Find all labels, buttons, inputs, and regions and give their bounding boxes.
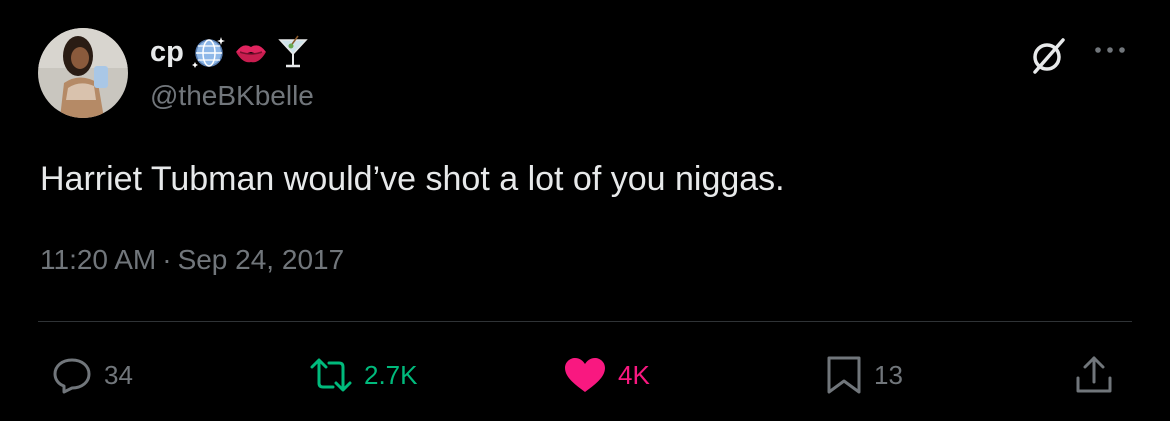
kiss-mark-icon — [234, 35, 268, 69]
retweet-icon — [310, 358, 352, 392]
more-options-icon[interactable] — [1090, 40, 1130, 60]
reply-icon — [53, 358, 91, 394]
cocktail-glass-icon — [276, 35, 310, 69]
bookmark-button[interactable]: 13 — [824, 352, 903, 398]
author-name-row[interactable]: cp — [150, 32, 310, 72]
avatar[interactable] — [38, 28, 128, 118]
like-button[interactable]: 4K — [562, 352, 650, 398]
retweet-count: 2.7K — [364, 359, 418, 390]
grok-icon[interactable] — [1028, 36, 1068, 76]
heart-icon — [565, 358, 605, 392]
tweet-timestamp[interactable]: 11:20 AM · Sep 24, 2017 — [40, 244, 344, 276]
like-count: 4K — [618, 359, 650, 390]
share-button[interactable] — [1072, 352, 1116, 398]
tweet-text: Harriet Tubman would’ve shot a lot of yo… — [40, 160, 785, 198]
share-icon — [1076, 356, 1112, 393]
bookmark-count: 13 — [874, 359, 903, 390]
author-handle[interactable]: @theBKbelle — [150, 80, 314, 112]
retweet-button[interactable]: 2.7K — [308, 352, 418, 398]
tweet-time[interactable]: 11:20 AM — [40, 244, 156, 276]
divider — [38, 321, 1132, 322]
bookmark-icon — [827, 356, 861, 394]
meta-separator: · — [162, 244, 172, 275]
reply-button[interactable]: 34 — [50, 352, 133, 398]
tweet-date[interactable]: Sep 24, 2017 — [178, 244, 345, 276]
display-name[interactable]: cp — [150, 36, 184, 69]
reply-count: 34 — [104, 359, 133, 390]
globe-with-sparkles-icon — [191, 35, 226, 69]
